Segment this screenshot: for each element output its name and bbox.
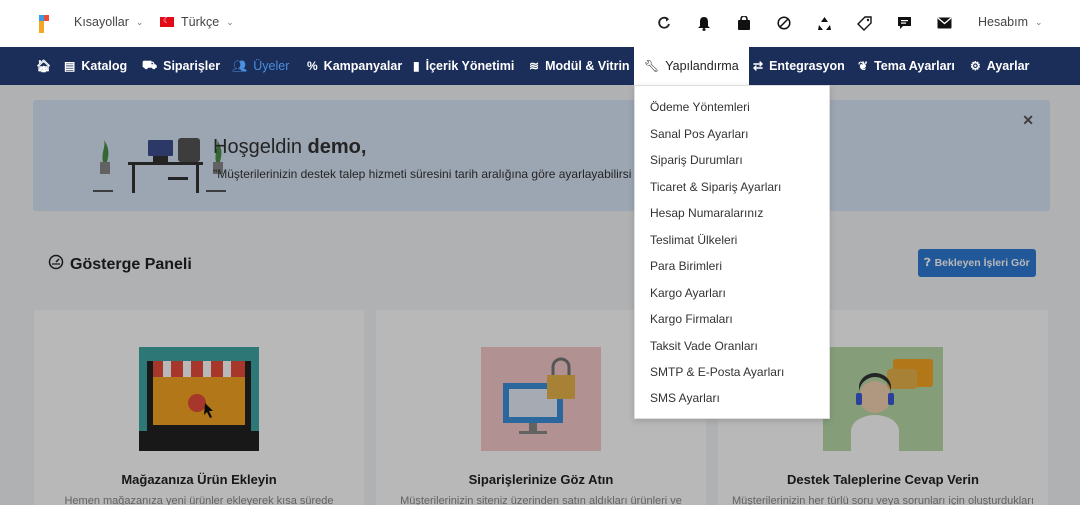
- nav-item-label: Tema Ayarları: [874, 59, 955, 73]
- nav-item-integration[interactable]: ⇄ Entegrasyon: [753, 47, 845, 85]
- brand-logo[interactable]: [36, 13, 52, 35]
- shortcuts-menu[interactable]: Kısayollar ⌄: [74, 15, 143, 29]
- shortcuts-label: Kısayollar: [74, 15, 129, 29]
- secure-orders-illustration: [481, 347, 601, 451]
- nav-item-label: Siparişler: [163, 59, 221, 73]
- welcome-title: Hoşgeldin demo,: [213, 136, 366, 159]
- layers-icon: ≋: [529, 59, 540, 73]
- nav-item-label: Ayarlar: [986, 59, 1030, 73]
- pending-tasks-button[interactable]: ❓︎ Bekleyen İşleri Gör: [918, 249, 1036, 277]
- dropdown-item-virtual-pos[interactable]: Sanal Pos Ayarları: [650, 127, 749, 141]
- nav-item-modules[interactable]: ≋ Modül & Vitrin: [529, 47, 630, 85]
- home-icon: 🏠︎: [36, 59, 52, 73]
- dropdown-item-installment-rates[interactable]: Taksit Vade Oranları: [650, 339, 758, 353]
- nav-item-members[interactable]: 👥︎ Üyeler: [232, 47, 289, 85]
- dropdown-item-sms-settings[interactable]: SMS Ayarları: [650, 391, 720, 405]
- close-icon[interactable]: ✕: [1022, 112, 1034, 129]
- dashboard-title: Gösterge Paneli: [48, 254, 192, 275]
- account-menu[interactable]: Hesabım ⌄: [978, 15, 1043, 29]
- turkey-flag-icon: [160, 16, 174, 27]
- card-title: Siparişlerinize Göz Atın: [468, 472, 614, 487]
- chevron-down-icon: ⌄: [226, 16, 234, 27]
- language-label: Türkçe: [181, 15, 220, 29]
- file-icon: ▤: [64, 59, 76, 73]
- wrench-icon: 🔧︎: [644, 59, 660, 73]
- users-icon: 👥︎: [232, 59, 248, 73]
- nav-item-content[interactable]: ▮ İçerik Yönetimi: [413, 47, 514, 85]
- storefront-illustration: [139, 347, 259, 451]
- nav-home[interactable]: 🏠︎: [36, 47, 51, 85]
- envelope-icon[interactable]: [934, 13, 954, 33]
- configuration-dropdown: Ödeme Yöntemleri Sanal Pos Ayarları Sipa…: [634, 85, 830, 419]
- gauge-icon: [48, 254, 64, 275]
- dropdown-item-shipping-settings[interactable]: Kargo Ayarları: [650, 286, 726, 300]
- dropdown-item-commerce-settings[interactable]: Ticaret & Sipariş Ayarları: [650, 180, 781, 194]
- dropdown-item-shipping-companies[interactable]: Kargo Firmaları: [650, 312, 733, 326]
- top-bar: Kısayollar ⌄ Türkçe ⌄ Hesabım ⌄: [0, 0, 1080, 47]
- tag-icon[interactable]: [854, 13, 874, 33]
- dropdown-item-smtp-email[interactable]: SMTP & E-Posta Ayarları: [650, 365, 784, 379]
- nav-item-theme[interactable]: ❦ Tema Ayarları: [858, 47, 955, 85]
- nav-item-label: Katalog: [81, 59, 128, 73]
- nav-item-orders[interactable]: ⛟ Siparişler: [142, 47, 220, 85]
- office-desk-illustration: [93, 138, 226, 193]
- recycle-icon[interactable]: [814, 13, 834, 33]
- nav-item-label: Üyeler: [253, 59, 290, 73]
- dropdown-item-payment-methods[interactable]: Ödeme Yöntemleri: [650, 100, 750, 114]
- gear-icon: ⚙: [970, 59, 981, 73]
- dropdown-item-order-statuses[interactable]: Sipariş Durumları: [650, 153, 743, 167]
- nav-item-label: Entegrasyon: [769, 59, 845, 73]
- chevron-down-icon: ⌄: [1035, 16, 1043, 27]
- main-nav: 🏠︎ ▤ Katalog ⛟ Siparişler 👥︎ Üyeler % Ka…: [0, 47, 1080, 85]
- percent-icon: %: [307, 59, 318, 73]
- leaf-icon: ❦: [858, 59, 869, 73]
- nav-item-configuration[interactable]: 🔧︎ Yapılandırma: [634, 47, 749, 85]
- dropdown-item-bank-accounts[interactable]: Hesap Numaralarınız: [650, 206, 763, 220]
- welcome-username: demo,: [307, 136, 367, 158]
- welcome-subtitle: "Müşterilerinizin destek talep hizmeti s…: [213, 167, 632, 181]
- comment-icon[interactable]: [894, 13, 914, 33]
- account-label: Hesabım: [978, 15, 1029, 29]
- nav-item-label: Modül & Vitrin: [545, 59, 630, 73]
- refresh-icon[interactable]: [654, 13, 674, 33]
- exchange-icon: ⇄: [753, 59, 764, 73]
- dashboard-title-text: Gösterge Paneli: [70, 255, 192, 273]
- card-title: Mağazanıza Ürün Ekleyin: [121, 472, 277, 487]
- card-add-product[interactable]: Mağazanıza Ürün Ekleyin Hemen mağazanıza…: [34, 310, 364, 505]
- question-circle-icon: ❓︎: [924, 256, 931, 269]
- chevron-down-icon: ⌄: [135, 16, 144, 27]
- card-description: Müşterilerinizin her türlü soru veya sor…: [731, 495, 1034, 505]
- welcome-banner: Hoşgeldin demo, "Müşterilerinizin destek…: [33, 100, 1050, 211]
- support-agent-illustration: [823, 347, 943, 451]
- language-menu[interactable]: Türkçe ⌄: [160, 15, 234, 29]
- nav-item-label: Kampanyalar: [323, 59, 403, 73]
- card-description: Hemen mağazanıza yeni ürünler ekleyerek …: [64, 495, 334, 505]
- dropdown-item-delivery-countries[interactable]: Teslimat Ülkeleri: [650, 233, 737, 247]
- card-title: Destek Taleplerine Cevap Verin: [787, 472, 979, 487]
- dashboard-content: Hoşgeldin demo, "Müşterilerinizin destek…: [0, 85, 1080, 505]
- basket-icon: ⛟: [142, 58, 158, 72]
- nav-item-label: Yapılandırma: [665, 59, 739, 73]
- nav-item-catalog[interactable]: ▤ Katalog: [64, 47, 127, 85]
- ban-icon[interactable]: [774, 13, 794, 33]
- pending-tasks-label: Bekleyen İşleri Gör: [934, 257, 1030, 269]
- dropdown-item-currencies[interactable]: Para Birimleri: [650, 259, 722, 273]
- nav-item-label: İçerik Yönetimi: [425, 59, 515, 73]
- welcome-greeting: Hoşgeldin: [213, 136, 302, 158]
- nav-item-settings[interactable]: ⚙ Ayarlar: [970, 47, 1029, 85]
- document-icon: ▮: [413, 59, 420, 73]
- card-description: Müşterilerinizin siteniz üzerinden satın…: [400, 495, 682, 505]
- bell-icon[interactable]: [694, 13, 714, 33]
- nav-item-campaigns[interactable]: % Kampanyalar: [307, 47, 402, 85]
- shopping-bag-icon[interactable]: [734, 13, 754, 33]
